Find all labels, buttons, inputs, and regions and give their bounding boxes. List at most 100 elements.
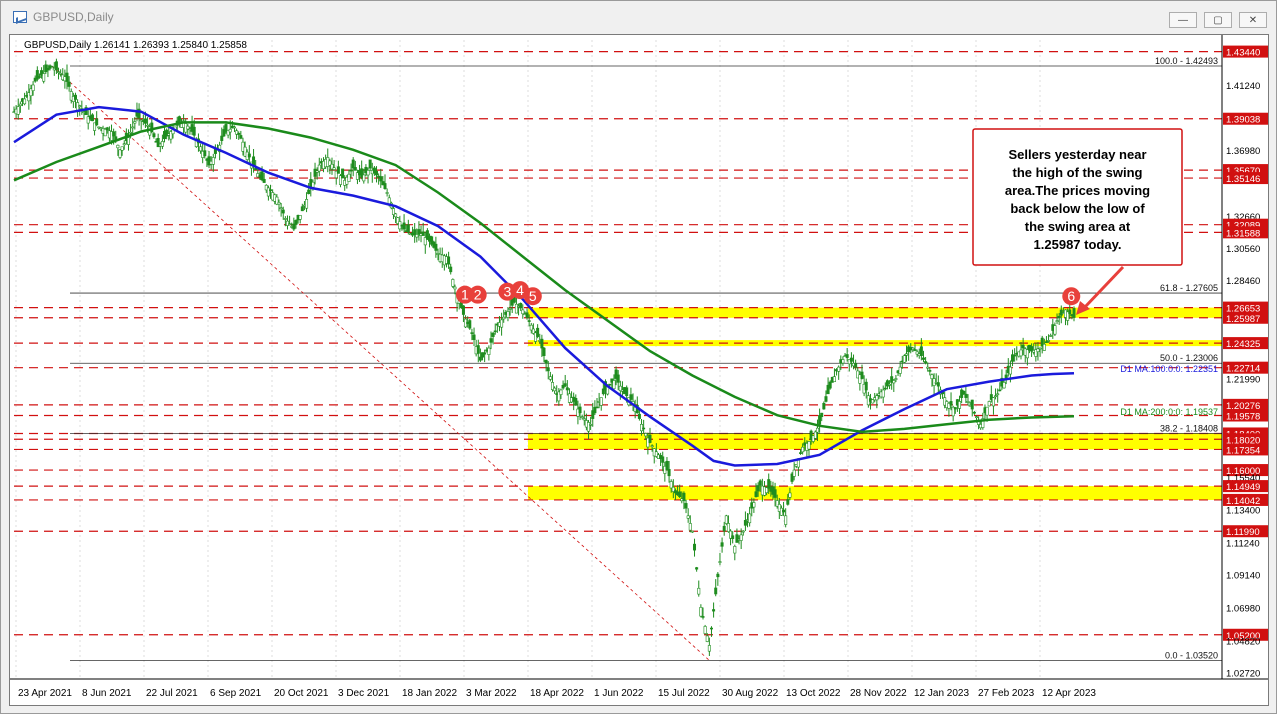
candle-body xyxy=(1057,315,1061,319)
title-bar[interactable]: GBPUSD,Daily — ▢ ✕ xyxy=(1,1,1276,33)
candle-body xyxy=(67,81,71,87)
candle-body xyxy=(525,312,529,318)
candle-body xyxy=(311,181,315,188)
candle-body xyxy=(298,215,302,220)
candle-body xyxy=(447,256,451,265)
candle-body xyxy=(996,393,1000,396)
candle-body xyxy=(332,167,336,170)
candle-body xyxy=(375,170,379,176)
candle-body xyxy=(1055,320,1059,322)
candle-body xyxy=(743,520,747,526)
candle-body xyxy=(928,370,932,372)
candle-body xyxy=(536,327,540,337)
swing-zone xyxy=(528,307,1222,318)
chart-area[interactable]: 100.0 - 1.42493 61.8 - 1.27605 50.0 - 1.23… xyxy=(9,34,1269,706)
candle-body xyxy=(415,234,419,238)
candle-body xyxy=(815,427,819,433)
candle-body xyxy=(351,159,355,169)
ma-value-label: D1 MA:100:0:0: 1.22351 xyxy=(1120,364,1218,374)
candle-body xyxy=(741,530,745,533)
close-button[interactable]: ✕ xyxy=(1239,12,1267,28)
date-tick-label: 27 Feb 2023 xyxy=(978,688,1035,699)
swing-zone xyxy=(528,486,1222,500)
candle-body xyxy=(650,445,654,447)
candle-body xyxy=(288,223,292,226)
candle-body xyxy=(822,402,826,410)
candle-body xyxy=(483,352,487,355)
candle-body xyxy=(932,378,936,386)
candle-body xyxy=(521,309,525,315)
swing-marker-label: 3 xyxy=(503,284,511,300)
candle-body xyxy=(788,492,792,498)
price-tick-label: 1.39038 xyxy=(1226,115,1260,126)
candle-body xyxy=(587,422,591,432)
candle-body xyxy=(782,509,786,513)
candle-body xyxy=(16,106,20,115)
candle-body xyxy=(307,189,311,194)
fib-level-label: 0.0 - 1.03520 xyxy=(1165,650,1218,660)
candle-body xyxy=(881,389,885,398)
candle-body xyxy=(129,131,133,134)
candle-body xyxy=(542,347,546,356)
price-tick-label: 1.22714 xyxy=(1226,364,1260,375)
candle-body xyxy=(300,206,304,212)
candle-body xyxy=(697,587,701,595)
candle-body xyxy=(892,380,896,384)
swing-marker-label: 2 xyxy=(474,287,482,303)
candle-body xyxy=(667,468,671,477)
candle-body xyxy=(559,389,563,395)
candle-body xyxy=(970,399,974,410)
candle-body xyxy=(1019,349,1023,357)
candle-body xyxy=(695,567,699,570)
price-chart[interactable]: 100.0 - 1.42493 61.8 - 1.27605 50.0 - 1.23… xyxy=(10,35,1269,706)
candle-body xyxy=(366,170,370,176)
candle-body xyxy=(807,441,811,450)
candle-body xyxy=(383,183,387,189)
candle-body xyxy=(1049,335,1053,337)
candle-body xyxy=(35,70,39,80)
date-tick-label: 3 Dec 2021 xyxy=(338,688,390,699)
ma-value-label: D1 MA:200:0:0: 1.19537 xyxy=(1120,407,1218,417)
chart-window-icon xyxy=(13,11,27,23)
candle-body xyxy=(353,167,357,171)
candle-body xyxy=(699,607,703,617)
swing-zone xyxy=(528,433,1222,450)
candle-body xyxy=(953,407,957,410)
candle-body xyxy=(487,347,491,355)
candle-body xyxy=(578,406,582,414)
candle-body xyxy=(349,169,353,172)
candle-body xyxy=(220,135,224,141)
fib-level-label: 38.2 - 1.18408 xyxy=(1160,423,1218,433)
price-tick-label: 1.28460 xyxy=(1226,276,1260,287)
candle-body xyxy=(112,131,116,137)
candle-body xyxy=(294,220,298,225)
candle-body xyxy=(924,361,928,364)
maximize-button[interactable]: ▢ xyxy=(1204,12,1232,28)
candle-body xyxy=(849,357,853,362)
candle-body xyxy=(540,338,544,349)
candle-body xyxy=(152,133,156,138)
candle-body xyxy=(705,635,709,642)
candle-body xyxy=(644,433,648,437)
candle-body xyxy=(595,406,599,409)
candle-body xyxy=(580,416,584,418)
candle-body xyxy=(413,229,417,236)
date-tick-label: 22 Jul 2021 xyxy=(146,688,198,699)
candle-body xyxy=(1038,347,1042,350)
candle-body xyxy=(648,434,652,443)
candle-body xyxy=(921,357,925,360)
candle-body xyxy=(991,397,995,407)
candle-body xyxy=(120,146,124,151)
candle-body xyxy=(203,150,207,157)
date-tick-label: 6 Sep 2021 xyxy=(210,688,262,699)
price-tick-label: 1.04820 xyxy=(1226,637,1260,648)
minimize-button[interactable]: — xyxy=(1169,12,1197,28)
fib-level-label: 50.0 - 1.23006 xyxy=(1160,353,1218,363)
candle-body xyxy=(998,389,1002,392)
candle-body xyxy=(905,353,909,356)
label-layer: 100.0 - 1.42493 61.8 - 1.27605 50.0 - 1.23… xyxy=(455,56,1218,660)
candle-body xyxy=(489,338,493,343)
candle-body xyxy=(143,118,147,124)
candle-body xyxy=(640,424,644,432)
candle-body xyxy=(926,366,930,369)
